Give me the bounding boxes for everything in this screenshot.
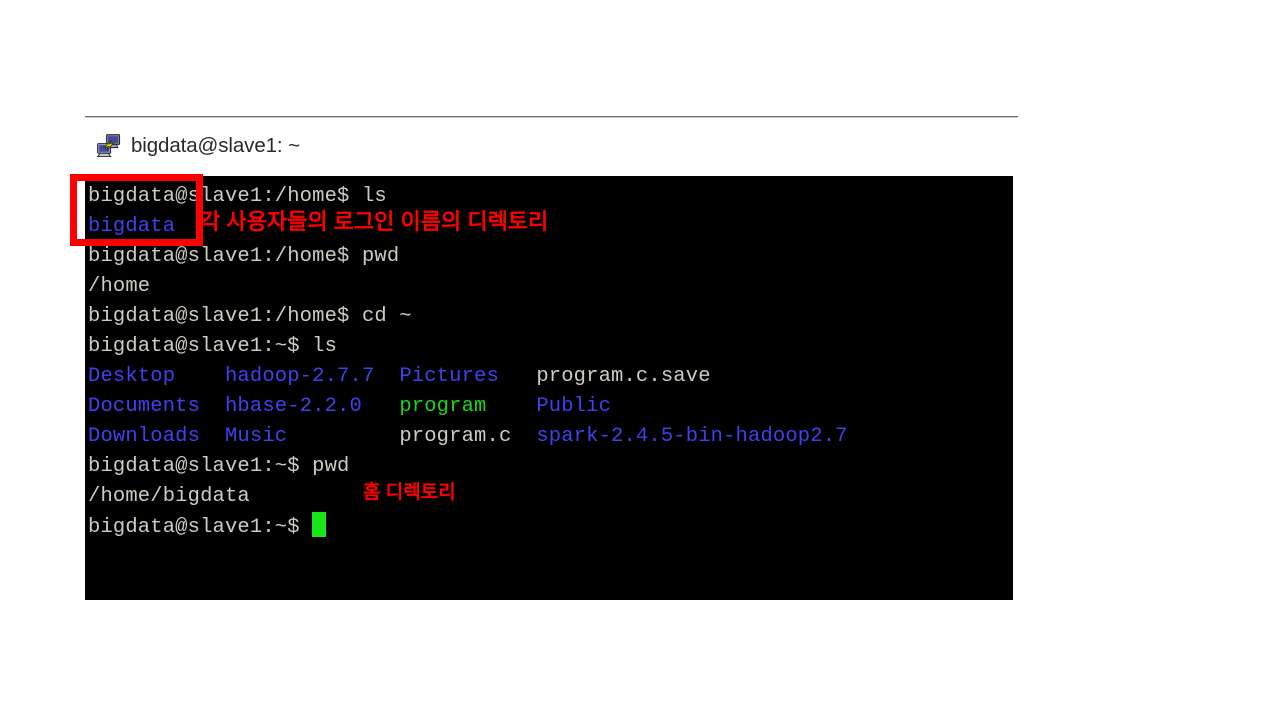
terminal-line: Documents hbase-2.2.0 program Public xyxy=(88,392,1010,422)
terminal-text: hbase-2.2.0 xyxy=(224,395,362,418)
terminal-text: Pictures xyxy=(399,365,499,388)
terminal-text: hadoop-2.7.7 xyxy=(224,365,375,388)
terminal-line: bigdata@slave1:~$ ls xyxy=(88,332,1010,362)
terminal-line: /home xyxy=(88,272,1010,302)
terminal-line: bigdata@slave1:/home$ cd ~ xyxy=(88,302,1010,332)
terminal-text: program.c.save xyxy=(536,365,711,388)
terminal-text: Downloads xyxy=(88,425,201,448)
window-title-bar: bigdata@slave1: ~ xyxy=(96,128,300,164)
terminal-text: program xyxy=(399,395,487,418)
terminal-window[interactable]: bigdata@slave1:/home$ ls bigdata bigdata@s… xyxy=(85,176,1013,600)
header-divider-rule xyxy=(85,116,1018,118)
terminal-text: spark-2.4.5-bin-hadoop2.7 xyxy=(536,425,848,448)
terminal-text: /home xyxy=(88,275,151,298)
terminal-text: program.c xyxy=(399,425,512,448)
terminal-text: bigdata@slave1:~$ xyxy=(88,516,313,539)
terminal-line: bigdata@slave1:~$ xyxy=(88,512,1010,542)
window-title-text: bigdata@slave1: ~ xyxy=(131,134,300,157)
terminal-text: /home/bigdata xyxy=(88,485,250,508)
terminal-text: bigdata@slave1:~$ pwd xyxy=(88,455,350,478)
terminal-output: bigdata@slave1:/home$ ls bigdata bigdata@s… xyxy=(88,182,1010,542)
terminal-line: bigdata@slave1:/home$ pwd xyxy=(88,242,1010,272)
terminal-text: Music xyxy=(224,425,288,448)
annotation-user-login-directories: 각 사용자들의 로그인 이름의 디렉토리 xyxy=(200,209,549,234)
slide-canvas: bigdata@slave1: ~ bigdata@slave1:/home$ … xyxy=(0,0,1280,720)
terminal-text: bigdata@slave1:/home$ pwd xyxy=(88,245,400,268)
terminal-text: bigdata@slave1:/home$ cd ~ xyxy=(88,305,412,328)
terminal-cursor xyxy=(312,512,327,537)
terminal-line: Downloads Music program.c spark-2.4.5-bi… xyxy=(88,422,1010,452)
terminal-text: Public xyxy=(536,395,612,418)
terminal-line: Desktop hadoop-2.7.7 Pictures program.c.… xyxy=(88,362,1010,392)
terminal-text: Desktop xyxy=(88,365,176,388)
terminal-text: Documents xyxy=(88,395,201,418)
terminal-line: /home/bigdata xyxy=(88,482,1010,512)
annotation-home-directory: 홈 디렉토리 xyxy=(363,482,456,503)
terminal-line: bigdata@slave1:~$ pwd xyxy=(88,452,1010,482)
highlight-box-username-dir xyxy=(70,174,203,246)
putty-terminal-icon xyxy=(96,134,121,158)
terminal-text: bigdata@slave1:~$ ls xyxy=(88,335,338,358)
